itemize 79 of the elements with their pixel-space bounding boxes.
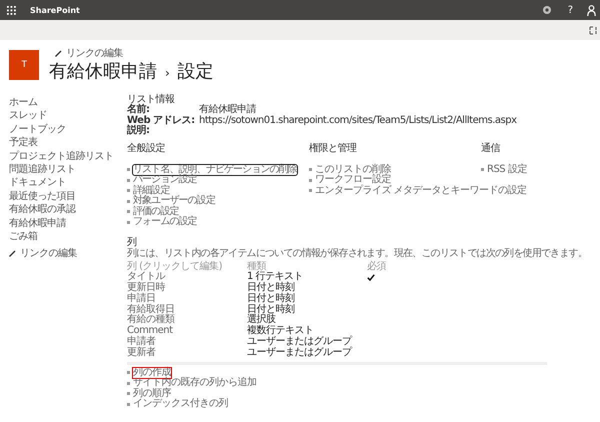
nav-link[interactable]: 有給休暇申請 [9, 216, 127, 230]
bullet-icon [127, 371, 130, 374]
nav-link[interactable]: ドキュメント [9, 176, 127, 190]
settings-link[interactable]: このリストの削除 [315, 164, 391, 175]
bullet-icon [127, 392, 130, 396]
person-icon[interactable] [587, 4, 596, 16]
bullet-icon [127, 168, 130, 172]
nav-link[interactable]: ノートブック [9, 122, 127, 136]
settings-link[interactable]: バージョン設定 [133, 175, 197, 186]
nav-link[interactable]: 有給休暇の承認 [9, 203, 127, 217]
site-logo[interactable]: T [9, 50, 39, 80]
nav-link[interactable]: プロジェクト追跡リスト [9, 150, 127, 164]
pencil-icon [55, 50, 62, 57]
column-name-link[interactable]: 更新者 [127, 348, 247, 359]
settings-link[interactable]: 評価の設定 [133, 206, 179, 217]
field-value: 有給休暇申請 [199, 105, 256, 115]
columns-link[interactable]: 列の順序 [133, 388, 171, 400]
settings-link[interactable]: エンタープライズ メタデータとキーワードの設定 [315, 186, 527, 196]
section-heading: 全般設定 [127, 142, 166, 154]
settings-link[interactable]: ワークフロー設定 [315, 175, 391, 186]
column-header: 列 (クリックして編集) [127, 262, 223, 272]
settings-link[interactable]: 対象ユーザーの設定 [133, 196, 215, 206]
settings-icon[interactable] [542, 5, 552, 15]
bullet-icon [309, 168, 312, 172]
app-name[interactable]: SharePoint [30, 6, 80, 14]
column-name-link[interactable]: 有給取得日 [127, 304, 247, 316]
edit-links-link[interactable]: リンクの編集 [66, 48, 123, 59]
table-cell-text: ユーザーまたはグループ [247, 348, 354, 359]
edit-links-link[interactable]: リンクの編集 [20, 248, 77, 260]
column-name-link[interactable]: 申請者 [127, 337, 247, 348]
section-heading: リスト情報 [127, 94, 176, 105]
table-cell-text: 日付と時刻 [247, 304, 296, 315]
bullet-icon [127, 200, 130, 203]
table-cell-text: 日付と時刻 [247, 294, 296, 304]
field-label: 名前: [127, 105, 150, 115]
nav-link[interactable]: 最近使った項目 [9, 190, 127, 204]
bullet-icon [127, 220, 130, 224]
focus-mode-icon[interactable] [589, 26, 597, 34]
nav-link[interactable]: ごみ箱 [9, 230, 127, 244]
bullet-icon [127, 402, 130, 406]
settings-link[interactable]: 詳細設定 [133, 186, 170, 196]
page-title: 設定 [177, 60, 214, 83]
columns-link[interactable]: インデックス付きの列 [133, 399, 228, 410]
columns-link[interactable]: サイト内の既存の列から追加 [133, 378, 256, 389]
section-heading: 通信 [481, 142, 502, 154]
bullet-icon [481, 168, 484, 172]
settings-link[interactable]: RSS 設定 [487, 164, 527, 175]
bullet-icon [127, 210, 130, 214]
section-heading: 権限と管理 [309, 142, 358, 154]
column-header: 種類 [247, 262, 268, 272]
table-cell-text: 選択肢 [247, 315, 276, 326]
bullet-icon [309, 189, 312, 192]
bullet-icon [127, 382, 130, 385]
bullet-icon [127, 178, 130, 182]
nav-link[interactable]: 予定表 [9, 136, 127, 150]
help-button[interactable]: ? [568, 4, 573, 16]
bullet-icon [309, 178, 312, 182]
nav-link[interactable]: ホーム [9, 96, 127, 110]
nav-link[interactable]: スレッド [9, 109, 127, 123]
nav-link[interactable]: 問題追跡リスト [9, 163, 127, 176]
app-launcher-icon[interactable] [7, 6, 16, 14]
column-name-link[interactable]: 申請日 [127, 294, 247, 305]
column-name-link[interactable]: 有給の種類 [127, 315, 247, 326]
site-title[interactable]: 有給休暇申請 [49, 59, 157, 83]
table-cell-text: 複数行テキスト [247, 326, 314, 336]
table-cell-text: 日付と時刻 [247, 283, 296, 294]
breadcrumb-separator: › [165, 66, 170, 80]
column-name-link[interactable]: 更新日時 [127, 283, 247, 294]
field-label: Web アドレス: [127, 116, 196, 126]
bullet-icon [127, 189, 130, 192]
column-header: 必須 [367, 262, 386, 272]
pencil-icon [9, 250, 16, 258]
section-heading: 列 [127, 236, 138, 248]
field-label: 説明: [127, 126, 150, 136]
settings-link[interactable]: フォームの設定 [133, 217, 197, 228]
field-value: https://sotown01.sharepoint.com/sites/Team5/Lists/List2/AllItems.aspx [199, 116, 516, 126]
columns-description: 列には、リスト内の各アイテムについての情報が保存されます。現在、このリストでは次の列を使用できます。 [127, 248, 588, 258]
table-cell-text: ユーザーまたはグループ [247, 337, 354, 348]
table-cell-text: 1 行テキスト [247, 272, 304, 282]
